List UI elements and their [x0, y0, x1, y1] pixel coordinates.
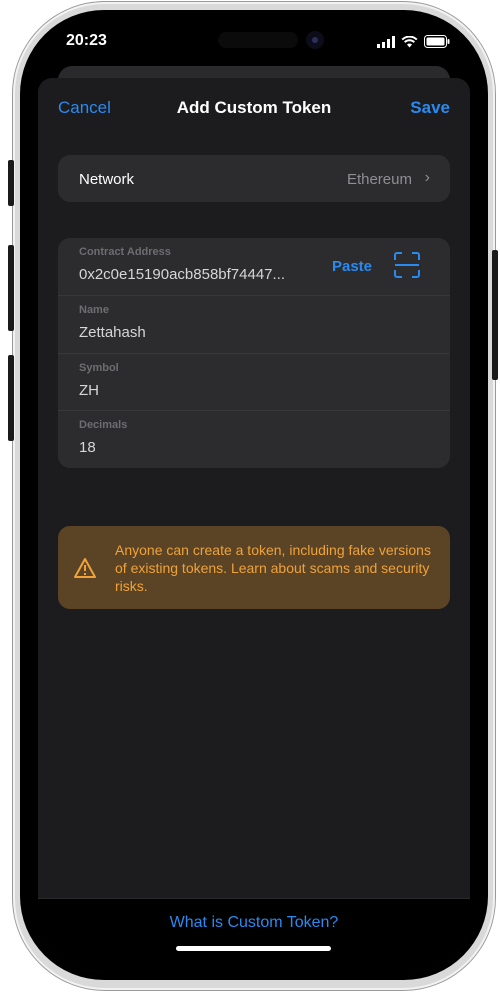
contract-address-label: Contract Address [79, 246, 171, 258]
signal-icon [377, 35, 395, 48]
front-camera [306, 31, 324, 49]
power-button [492, 250, 498, 380]
decimals-value: 18 [79, 439, 96, 456]
warning-triangle-icon [74, 558, 96, 578]
paste-button[interactable]: Paste [332, 258, 372, 275]
name-value: Zettahash [79, 324, 146, 341]
volume-up-button [8, 245, 14, 331]
chevron-right-icon: › [424, 169, 430, 186]
page-title: Add Custom Token [176, 98, 332, 117]
dynamic-island [218, 32, 298, 48]
symbol-label: Symbol [79, 362, 119, 374]
network-row[interactable]: Network Ethereum › [58, 155, 450, 202]
token-form: Contract Address 0x2c0e15190acb858bf7444… [58, 238, 450, 468]
contract-address-value: 0x2c0e15190acb858bf74447... [79, 266, 286, 283]
name-field[interactable]: Name Zettahash [58, 296, 450, 353]
decimals-field[interactable]: Decimals 18 [58, 411, 450, 468]
network-label: Network [79, 171, 135, 188]
status-time: 20:23 [66, 32, 107, 49]
nav-bar: Cancel Add Custom Token Save [38, 78, 470, 138]
mute-switch [8, 160, 14, 206]
wifi-icon [401, 35, 418, 47]
decimals-label: Decimals [79, 419, 128, 431]
battery-icon [424, 35, 450, 48]
add-token-sheet: Cancel Add Custom Token Save Network Eth… [38, 78, 470, 972]
name-label: Name [79, 304, 109, 316]
warning-text: Anyone can create a token, including fak… [115, 542, 431, 594]
home-indicator[interactable] [176, 946, 331, 951]
bottom-bar: What is Custom Token? [38, 898, 470, 972]
network-value: Ethereum [346, 171, 412, 188]
status-icons [377, 35, 450, 48]
contract-address-field[interactable]: Contract Address 0x2c0e15190acb858bf7444… [58, 238, 450, 295]
screen: 20:23 Cancel Add Custom Token Save Netwo [28, 18, 480, 972]
what-is-custom-token-link[interactable]: What is Custom Token? [38, 914, 470, 932]
save-button[interactable]: Save [410, 98, 450, 118]
symbol-field[interactable]: Symbol ZH [58, 354, 450, 411]
symbol-value: ZH [79, 382, 99, 399]
volume-down-button [8, 355, 14, 441]
warning-banner[interactable]: Anyone can create a token, including fak… [58, 526, 450, 609]
qr-scan-icon[interactable] [394, 252, 420, 278]
